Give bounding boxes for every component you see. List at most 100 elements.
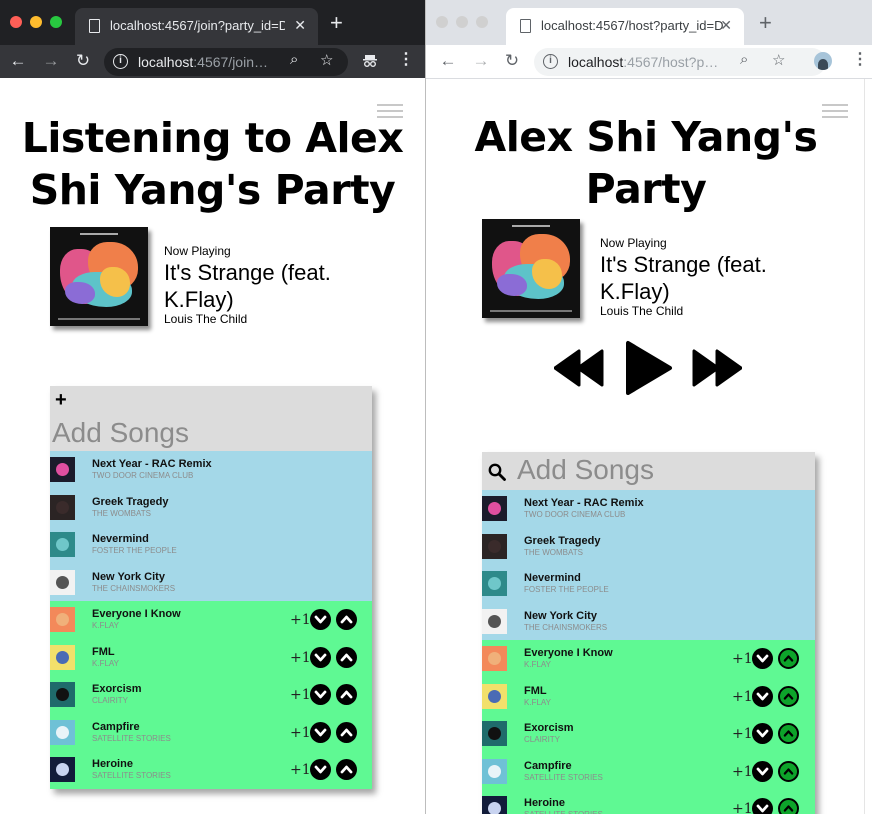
suggested-song-row[interactable]: Greek Tragedy THE WOMBATS xyxy=(482,527,815,565)
downvote-chevron-down-icon[interactable] xyxy=(752,685,773,707)
upvote-chevron-up-icon[interactable] xyxy=(336,609,357,630)
vote-count: +1 xyxy=(732,726,753,742)
address-bar[interactable]: i localhost:4567/join… ⌕ ☆ xyxy=(104,48,348,76)
upvote-chevron-up-icon[interactable] xyxy=(336,684,357,705)
queued-song-row[interactable]: HeroineSATELLITE STORIES +1 xyxy=(50,751,372,789)
add-songs-label[interactable]: Add Songs xyxy=(517,454,654,486)
maximize-window-button[interactable] xyxy=(50,16,62,28)
queued-song-row[interactable]: Exorcism CLAIRITY +1 xyxy=(482,715,815,753)
upvote-chevron-up-icon[interactable] xyxy=(336,721,357,743)
suggested-song-row[interactable]: Next Year - RAC Remix TWO DOOR CINEMA CLU… xyxy=(482,490,815,528)
forward-icon[interactable]: → xyxy=(39,49,63,73)
browser-tab[interactable]: localhost:4567/host?party_id=D ✕ xyxy=(506,8,744,45)
play-icon[interactable] xyxy=(624,340,674,396)
suggested-song-row[interactable]: Greek Tragedy THE WOMBATS xyxy=(50,488,372,526)
song-thumbnail xyxy=(482,608,507,634)
reload-icon[interactable]: ↻ xyxy=(500,49,524,73)
close-window-button[interactable] xyxy=(436,16,448,28)
queued-song-row[interactable]: FML K.FLAY +1 xyxy=(50,638,372,676)
back-icon[interactable]: ← xyxy=(436,49,460,73)
song-thumbnail xyxy=(50,757,75,782)
info-icon[interactable]: i xyxy=(543,54,558,69)
song-thumbnail xyxy=(50,719,75,745)
queued-song-row[interactable]: Campfire SATELLITE STORIES +1 xyxy=(482,752,815,790)
song-title: Exorcism xyxy=(92,683,142,695)
downvote-chevron-down-icon[interactable] xyxy=(752,648,773,669)
close-tab-icon[interactable]: ✕ xyxy=(294,17,306,34)
queued-song-row[interactable]: HeroineSATELLITE STORIES +1 xyxy=(482,790,815,814)
vote-count: +1 xyxy=(732,763,753,780)
suggested-song-row[interactable]: Nevermind FOSTER THE PEOPLE xyxy=(50,526,372,564)
queued-song-row[interactable]: Everyone I Know K.FLAY +1 xyxy=(50,601,372,639)
upvote-chevron-up-icon[interactable] xyxy=(778,648,799,669)
downvote-chevron-down-icon[interactable] xyxy=(310,721,331,743)
profile-avatar[interactable] xyxy=(814,52,832,70)
downvote-chevron-down-icon[interactable] xyxy=(310,646,331,668)
maximize-window-button[interactable] xyxy=(476,16,488,28)
add-songs-label[interactable]: Add Songs xyxy=(52,417,189,449)
address-bar[interactable]: i localhost:4567/host?p… ⌕ ☆ xyxy=(534,48,826,76)
song-title: Greek Tragedy xyxy=(92,495,169,508)
browser-menu-icon[interactable]: ⋮ xyxy=(852,50,868,70)
zoom-icon[interactable]: ⌕ xyxy=(290,51,298,68)
queued-song-row[interactable]: Exorcism CLAIRITY +1 xyxy=(50,676,372,714)
tab-title: localhost:4567/join?party_id=D xyxy=(110,18,285,33)
upvote-chevron-up-icon[interactable] xyxy=(336,646,357,668)
reload-icon[interactable]: ↻ xyxy=(71,49,95,73)
bookmark-star-icon[interactable]: ☆ xyxy=(320,51,333,69)
downvote-chevron-down-icon[interactable] xyxy=(310,759,331,780)
song-artist: SATELLITE STORIES xyxy=(524,772,603,782)
upvote-chevron-up-icon[interactable] xyxy=(778,760,799,782)
queued-song-row[interactable]: Everyone I Know K.FLAY +1 xyxy=(482,640,815,678)
close-window-button[interactable] xyxy=(10,16,22,28)
search-icon[interactable] xyxy=(488,463,506,481)
suggested-song-row[interactable]: Next Year - RAC Remix TWO DOOR CINEMA CLU… xyxy=(50,451,372,489)
vote-count: +1 xyxy=(290,649,311,666)
window-edge-strip xyxy=(864,79,872,814)
plus-icon[interactable]: + xyxy=(55,389,67,412)
window-controls xyxy=(10,16,62,28)
back-icon[interactable]: ← xyxy=(6,49,30,73)
zoom-icon[interactable]: ⌕ xyxy=(740,51,748,68)
queued-song-row[interactable]: Campfire SATELLITE STORIES +1 xyxy=(50,713,372,751)
downvote-chevron-down-icon[interactable] xyxy=(310,609,331,630)
song-title: Everyone I Know xyxy=(524,647,613,659)
song-title: Heroine xyxy=(524,797,565,809)
queued-song-row[interactable]: FML K.FLAY +1 xyxy=(482,677,815,715)
upvote-chevron-up-icon[interactable] xyxy=(336,759,357,780)
song-thumbnail xyxy=(50,569,75,595)
minimize-window-button[interactable] xyxy=(456,16,468,28)
info-icon[interactable]: i xyxy=(113,54,128,69)
minimize-window-button[interactable] xyxy=(30,16,42,28)
suggested-song-row[interactable]: New York City THE CHAINSMOKERS xyxy=(482,602,815,640)
suggested-song-row[interactable]: Nevermind FOSTER THE PEOPLE xyxy=(482,565,815,603)
guest-page: Listening to Alex Shi Yang's Party Now P… xyxy=(0,79,425,814)
downvote-chevron-down-icon[interactable] xyxy=(752,798,773,814)
upvote-chevron-up-icon[interactable] xyxy=(778,685,799,707)
add-songs-header[interactable]: + Add Songs xyxy=(50,386,372,451)
upvote-chevron-up-icon[interactable] xyxy=(778,798,799,814)
downvote-chevron-down-icon[interactable] xyxy=(752,760,773,782)
browser-menu-icon[interactable]: ⋮ xyxy=(398,50,414,70)
close-tab-icon[interactable]: ✕ xyxy=(720,17,732,34)
rewind-icon[interactable] xyxy=(554,348,604,388)
upvote-chevron-up-icon[interactable] xyxy=(778,723,799,744)
new-tab-button[interactable]: + xyxy=(759,12,772,34)
vote-count: +1 xyxy=(732,651,753,667)
album-art xyxy=(482,219,580,318)
add-songs-header[interactable]: Add Songs xyxy=(482,452,815,490)
suggested-song-row[interactable]: New York City THE CHAINSMOKERS xyxy=(50,563,372,601)
song-artist: CLAIRITY xyxy=(524,735,561,744)
downvote-chevron-down-icon[interactable] xyxy=(752,723,773,744)
track-artist: Louis The Child xyxy=(600,304,684,318)
forward-icon[interactable]: → xyxy=(469,49,493,73)
browser-toolbar: ← → ↻ i localhost:4567/join… ⌕ ☆ ⋮ xyxy=(0,45,425,78)
new-tab-button[interactable]: + xyxy=(330,12,343,34)
song-title: Nevermind xyxy=(524,572,581,584)
bookmark-star-icon[interactable]: ☆ xyxy=(772,51,785,69)
song-artist: TWO DOOR CINEMA CLUB xyxy=(92,471,194,480)
downvote-chevron-down-icon[interactable] xyxy=(310,684,331,705)
fast-forward-icon[interactable] xyxy=(692,348,742,388)
incognito-extension-icon[interactable] xyxy=(362,53,378,69)
browser-tab[interactable]: localhost:4567/join?party_id=D ✕ xyxy=(75,8,318,45)
